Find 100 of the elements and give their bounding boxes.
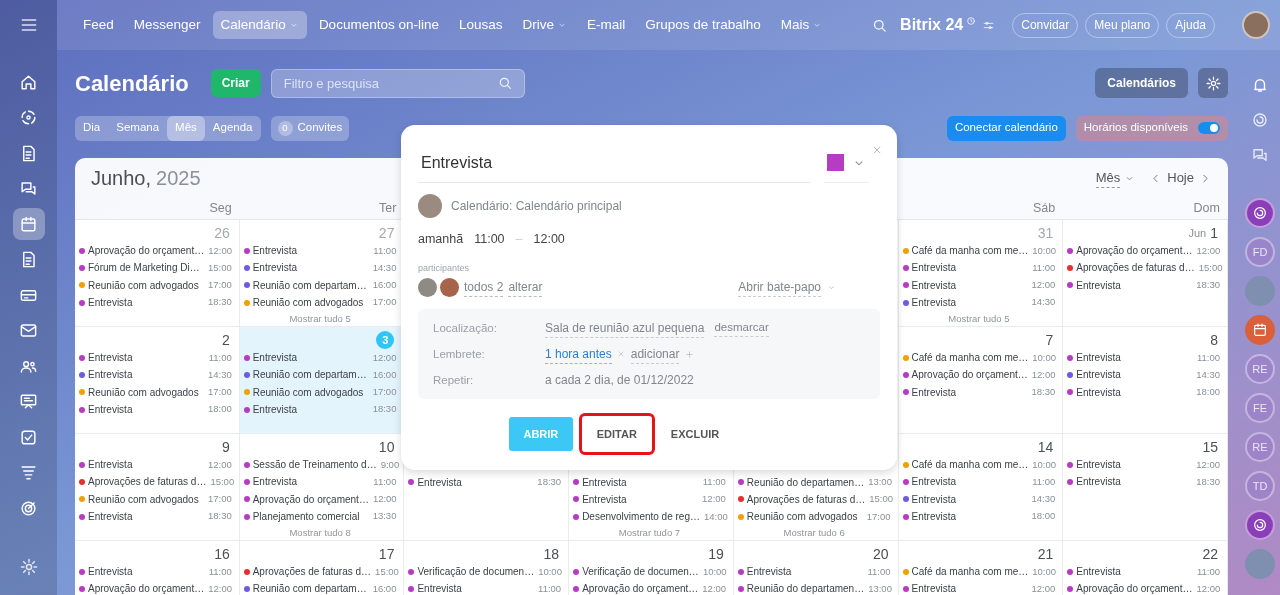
view-select[interactable]: Mês [1095,167,1136,189]
day-cell[interactable]: 7 Café da manha com me… 10:00 Aprovação do orçament… 12:00 Entrevista 18:30 [898,327,1064,434]
event-title[interactable]: Entrevista [88,509,133,525]
day-cell[interactable]: 2 Entrevista 11:00 Entrevista 14:30 Reunião com advogados 17:00 Entrevista 18:00 [75,327,240,434]
event-title[interactable]: Aprovações de faturas d… [746,491,866,507]
event-title[interactable]: Entrevista [1076,367,1121,383]
nav-tab[interactable]: Messenger [125,11,209,39]
change-link[interactable]: alterar [508,278,543,298]
event-title[interactable]: Entrevista [417,474,462,490]
app-button[interactable] [1245,510,1275,540]
title-field[interactable]: Entrevista [418,143,810,183]
day-cell[interactable]: 26 Aprovação do orçament… 12:00 Fórum de Marketing Di… 15:00 Reunião com advogados 17:00 Entrevista 18:30 [75,220,240,327]
day-cell[interactable]: Jun 1 Aprovação do orçament… 12:00 Aprovações de faturas d… 15:00 Entrevista 18:30 [1063,220,1228,327]
event-title[interactable]: Entrevista [1076,474,1121,490]
day-cell[interactable]: 10 Sessão de Treinamento d… 9:00 Entrevista 11:00 Aprovação do orçament… 12:00 Planejamento comercial 13:30 Mostrar tudo 8 [239,434,405,541]
calendar-app-button[interactable] [1245,315,1275,345]
event-title[interactable]: Entrevista [911,491,957,507]
event-title[interactable]: Aprovação do orçament… [252,491,369,507]
event-title[interactable]: Desenvolvimento de reg… [582,509,700,525]
event-title[interactable]: Entrevista [911,260,957,276]
reminder-value[interactable]: 1 hora antes [545,344,612,364]
event-title[interactable]: Entrevista [88,350,133,366]
event-title[interactable]: Verificação de documen… [582,564,699,580]
event-title[interactable]: Entrevista [88,457,133,473]
event-title[interactable]: Entrevista [911,295,957,311]
event-title[interactable]: Entrevista [746,564,792,580]
event-title[interactable]: Reunião com advogados [252,384,364,400]
event-title[interactable]: Reunião com advogados [88,491,199,507]
sidebar-item[interactable] [12,208,45,240]
close-icon[interactable] [871,144,883,156]
event-title[interactable]: Reunião com advogados [252,295,364,311]
toggle-switch[interactable] [1198,122,1220,134]
add-link[interactable]: adicionar [630,344,680,364]
day-cell[interactable]: 21 Café da manha com me… 10:00 Entrevista 12:00 [898,541,1064,595]
event-title[interactable]: Entrevista [1076,350,1121,366]
event-title[interactable]: Café da manha com me… [911,350,1029,366]
event-title[interactable]: Entrevista [1076,384,1121,400]
calendars-button[interactable]: Calendários [1095,68,1188,98]
event-title[interactable]: Reunião com advogados [88,384,199,400]
event-title[interactable]: Entrevista [911,474,957,490]
event-title[interactable]: Entrevista [582,474,627,490]
day-cell[interactable]: 8 Entrevista 11:00 Entrevista 14:30 Entrevista 18:00 [1063,327,1228,434]
event-title[interactable]: Entrevista [252,474,298,490]
participants-count[interactable]: todos 2 [464,278,504,298]
event-title[interactable]: Entrevista [911,581,957,595]
day-cell[interactable]: 31 Café da manha com me… 10:00 Entrevista 11:00 Entrevista 12:00 Entrevista 14:30 Mostrar tudo 5 [898,220,1064,327]
event-title[interactable]: Entrevista [1076,277,1121,293]
day-cell[interactable]: 9 Entrevista 12:00 Aprovações de faturas d… 15:00 Reunião com advogados 17:00 Entrevista 18:30 [75,434,240,541]
event-title[interactable]: Fórum de Marketing Di… [88,260,200,276]
event-title[interactable]: Reunião com advogados [746,509,858,525]
nav-tab[interactable]: Feed [75,11,122,39]
event-title[interactable]: Entrevista [1076,564,1121,580]
event-title[interactable]: Planejamento comercial [252,509,360,525]
location-value[interactable]: Sala de reunião azul pequena [545,318,705,338]
event-title[interactable]: Aprovação do orçament… [911,367,1028,383]
app-button[interactable] [1245,198,1275,228]
day-cell[interactable]: 18 Verificação de documen… 10:00 Entrevista 11:00 [404,541,570,595]
event-title[interactable]: Aprovação do orçament… [1076,581,1193,595]
unmark-link[interactable]: desmarcar [714,319,769,338]
day-cell[interactable]: 22 Entrevista 11:00 Aprovação do orçament… 12:00 [1063,541,1228,595]
today-button[interactable]: Hoje [1167,168,1194,188]
event-title[interactable]: Aprovações de faturas d… [1076,260,1195,276]
event-title[interactable]: Reunião com departam… [252,581,367,595]
day-cell[interactable]: 15 Entrevista 12:00 Entrevista 18:30 [1063,434,1228,541]
day-cell[interactable]: 20 Entrevista 11:00 Reunião do departamen… 13:00 [733,541,899,595]
event-title[interactable]: Aprovação do orçament… [582,581,699,595]
event-title[interactable]: Entrevista [88,367,133,383]
event-title[interactable]: Entrevista [911,277,957,293]
event-title[interactable]: Café da manha com me… [911,564,1029,580]
dialog-button[interactable]: EDITAR [578,413,655,456]
event-title[interactable]: Aprovação do orçament… [88,243,205,259]
event-title[interactable]: Reunião do departamen… [746,474,865,490]
event-title[interactable]: Entrevista [1076,457,1121,473]
day-cell[interactable]: 17 Aprovações de faturas d… 15:00 Reunião com departam… 16:00 [239,541,405,595]
event-title[interactable]: Reunião com departam… [252,277,367,293]
event-title[interactable]: Entrevista [88,402,133,418]
event-title[interactable]: Entrevista [911,384,957,400]
settings-button[interactable] [1198,68,1228,98]
event-title[interactable]: Sessão de Treinamento d… [252,457,377,473]
event-title[interactable]: Verificação de documen… [417,564,535,580]
event-title[interactable]: Aprovação do orçament… [88,581,205,595]
event-title[interactable]: Aprovações de faturas d… [88,474,207,490]
settings-icon[interactable] [18,557,39,577]
event-title[interactable]: Reunião do departamen… [746,581,865,595]
event-title[interactable]: Entrevista [88,564,133,580]
event-title[interactable]: Entrevista [911,509,957,525]
event-title[interactable]: Entrevista [252,260,298,276]
event-title[interactable]: Café da manha com me… [911,243,1029,259]
event-title[interactable]: Entrevista [582,491,627,507]
event-title[interactable]: Entrevista [252,350,298,366]
user-avatar[interactable] [1242,11,1270,39]
event-title[interactable]: Reunião com advogados [88,277,199,293]
event-title[interactable]: Café da manha com me… [911,457,1029,473]
event-title[interactable]: Aprovações de faturas d… [252,564,372,580]
open-chat-dropdown[interactable]: Abrir bate-papo [738,278,836,298]
day-cell[interactable]: 19 Verificação de documen… 10:00 Aprovação do orçament… 12:00 [569,541,734,595]
event-title[interactable]: Entrevista [252,243,298,259]
event-title[interactable]: Entrevista [417,581,462,595]
day-cell[interactable]: 16 Entrevista 11:00 Aprovação do orçament… 12:00 [75,541,240,595]
day-cell[interactable]: 14 Café da manha com me… 10:00 Entrevista 11:00 Entrevista 14:30 Entrevista 18:00 [898,434,1064,541]
